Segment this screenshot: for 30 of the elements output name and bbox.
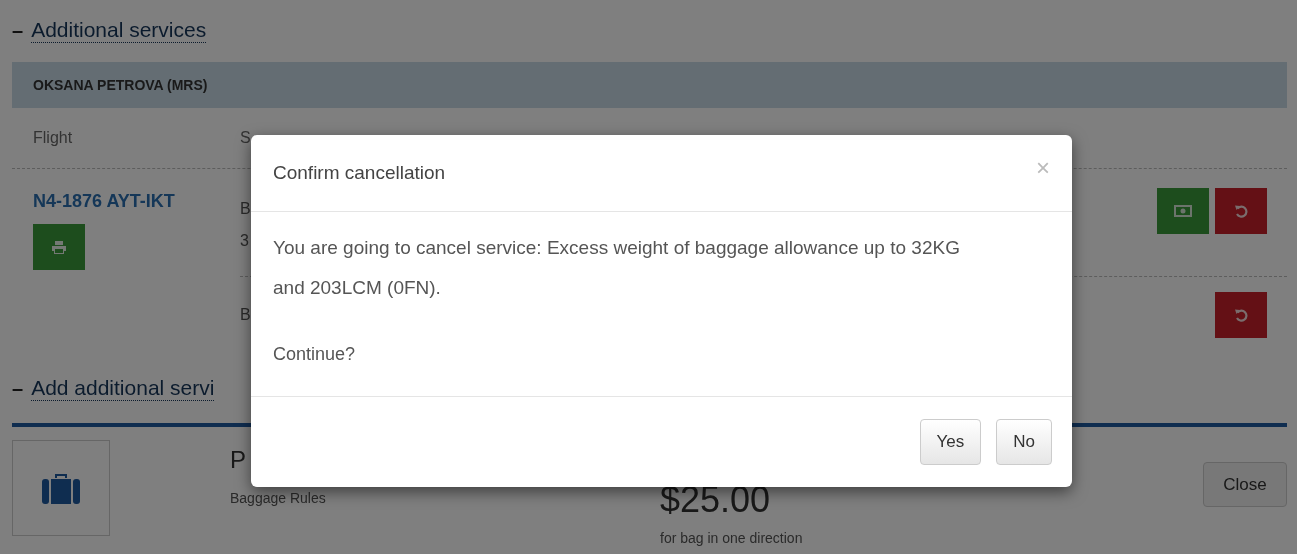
pay-button[interactable]	[1157, 188, 1209, 234]
passenger-name: OKSANA PETROVA (MRS)	[33, 77, 208, 93]
printer-icon	[52, 240, 66, 254]
service-name: P	[230, 446, 247, 474]
briefcase-icon	[42, 472, 80, 504]
service-text: 3	[240, 232, 250, 250]
close-button[interactable]: Close	[1203, 462, 1287, 507]
undo-button[interactable]	[1215, 188, 1267, 234]
collapse-toggle[interactable]: –	[12, 18, 24, 42]
dialog-title: Confirm cancellation	[273, 162, 446, 184]
print-button[interactable]	[33, 224, 85, 270]
dialog-message: You are going to cancel service: Excess weight of baggage allowance up to 32KG and 203LCM (0FN).	[273, 236, 961, 300]
price-note: for bag in one direction	[660, 530, 804, 546]
undo-icon	[1234, 204, 1248, 218]
collapse-toggle[interactable]: –	[12, 376, 24, 400]
undo-button[interactable]	[1215, 292, 1267, 338]
banknote-icon	[1174, 205, 1192, 217]
service-text: B	[240, 200, 251, 218]
service-text: B	[240, 306, 251, 324]
section-title[interactable]: Add additional servi	[31, 375, 215, 401]
flight-link[interactable]: N4-1876 AYT-IKT	[33, 191, 240, 212]
undo-icon	[1234, 308, 1248, 322]
column-header: S	[240, 129, 251, 147]
dialog-button[interactable]: Yes	[919, 419, 982, 465]
dialog-question: Continue?	[273, 343, 357, 366]
baggage-rules-link[interactable]: Baggage Rules	[230, 490, 660, 506]
section-title[interactable]: Additional services	[31, 17, 207, 43]
price: $25.00	[660, 482, 772, 518]
column-header: Flight	[33, 129, 74, 147]
dialog-button[interactable]: No	[996, 419, 1052, 465]
